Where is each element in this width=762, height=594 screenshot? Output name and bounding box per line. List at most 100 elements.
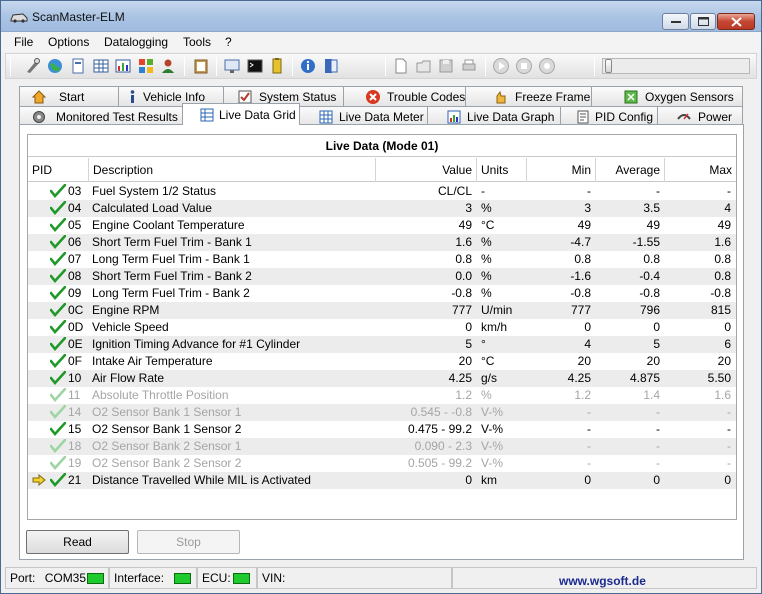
menu-datalogging[interactable]: Datalogging <box>104 35 168 49</box>
tab-live-data-graph[interactable]: Live Data Graph <box>427 106 561 126</box>
cell-description: O2 Sensor Bank 1 Sensor 2 <box>92 422 242 436</box>
globe-icon[interactable] <box>46 57 64 75</box>
pid-enabled-check-icon[interactable] <box>50 422 66 436</box>
terminal-icon[interactable] <box>246 57 264 75</box>
cell-pid: 03 <box>68 184 82 198</box>
table-row[interactable]: 15 O2 Sensor Bank 1 Sensor 2 0.475 - 99.2 V… <box>28 421 736 438</box>
cell-units: - <box>481 184 485 198</box>
port-led <box>87 573 104 584</box>
grid-view-icon[interactable] <box>92 57 110 75</box>
table-row[interactable]: 21 Distance Travelled While MIL is Activa… <box>28 472 736 489</box>
tab-monitored-test-results[interactable]: Monitored Test Results <box>19 106 183 126</box>
column-header-value[interactable]: Value <box>375 158 476 182</box>
pid-enabled-check-icon[interactable] <box>50 218 66 232</box>
tab-live-data-meter[interactable]: Live Data Meter <box>299 106 428 126</box>
slider-thumb[interactable] <box>605 59 612 73</box>
website-link[interactable]: www.wgsoft.de <box>559 571 646 591</box>
column-header-average[interactable]: Average <box>595 158 664 182</box>
stop-button[interactable]: Stop <box>137 530 240 554</box>
pid-enabled-check-icon[interactable] <box>50 354 66 368</box>
table-row[interactable]: 03 Fuel System 1/2 Status CL/CL - - - - <box>28 183 736 200</box>
user-icon[interactable] <box>159 57 177 75</box>
live-data-grid[interactable]: Live Data (Mode 01) PID Description Valu… <box>27 134 737 520</box>
tab-live-data-grid[interactable]: Live Data Grid <box>182 103 300 125</box>
save-icon[interactable] <box>437 57 455 75</box>
battery-icon[interactable] <box>268 57 286 75</box>
pid-enabled-check-icon[interactable] <box>50 320 66 334</box>
print-icon[interactable] <box>460 57 478 75</box>
menu-help[interactable]: ? <box>225 35 232 49</box>
table-row[interactable]: 0D Vehicle Speed 0 km/h 0 0 0 <box>28 319 736 336</box>
table-row[interactable]: 06 Short Term Fuel Trim - Bank 1 1.6% -4.7 -… <box>28 234 736 251</box>
grid-title: Live Data (Mode 01) <box>28 135 736 157</box>
play-icon[interactable] <box>492 57 510 75</box>
pause-icon[interactable] <box>515 57 533 75</box>
book-icon[interactable] <box>322 57 340 75</box>
tab-label: Monitored Test Results <box>56 110 178 124</box>
tab-start[interactable]: Start <box>19 86 119 106</box>
table-row[interactable]: 08 Short Term Fuel Trim - Bank 2 0.0% -1.6 -… <box>28 268 736 285</box>
column-header-units[interactable]: Units <box>476 158 526 182</box>
pid-enabled-check-icon[interactable] <box>50 456 66 470</box>
minimize-button[interactable] <box>662 13 689 30</box>
pid-enabled-check-icon[interactable] <box>50 473 66 487</box>
table-row[interactable]: 18 O2 Sensor Bank 2 Sensor 1 0.090 - 2.3 V-… <box>28 438 736 455</box>
tab-oxygen-sensors[interactable]: Oxygen Sensors <box>591 86 743 106</box>
cell-min: 0 <box>584 473 591 487</box>
close-button[interactable] <box>717 13 755 30</box>
column-header-description[interactable]: Description <box>88 158 375 182</box>
pid-enabled-check-icon[interactable] <box>50 235 66 249</box>
windows-icon[interactable] <box>137 57 155 75</box>
connect-icon[interactable] <box>24 57 42 75</box>
info-icon[interactable] <box>299 57 317 75</box>
column-header-min[interactable]: Min <box>526 158 595 182</box>
read-button[interactable]: Read <box>26 530 129 554</box>
maximize-button[interactable] <box>690 13 716 30</box>
menu-options[interactable]: Options <box>48 35 89 49</box>
table-row[interactable]: 09 Long Term Fuel Trim - Bank 2 -0.8% -0.8 -… <box>28 285 736 302</box>
table-row[interactable]: 10 Air Flow Rate 4.25 g/s 4.25 4.875 5.50 <box>28 370 736 387</box>
playback-slider[interactable] <box>602 58 750 74</box>
tab-pid-config[interactable]: PID Config <box>560 106 658 126</box>
tab-label: System Status <box>259 90 337 104</box>
pid-enabled-check-icon[interactable] <box>50 388 66 402</box>
graph-icon <box>447 110 461 124</box>
open-file-icon[interactable] <box>415 57 433 75</box>
clipboard-icon[interactable] <box>192 57 210 75</box>
table-row[interactable]: 14 O2 Sensor Bank 1 Sensor 1 0.545 - -0.8 V… <box>28 404 736 421</box>
tab-freeze-frames[interactable]: Freeze Frames <box>465 86 596 106</box>
cell-pid: 10 <box>68 371 82 385</box>
monitor-icon[interactable] <box>223 57 241 75</box>
column-header-max[interactable]: Max <box>664 158 736 182</box>
column-header-pid[interactable]: PID <box>28 158 88 182</box>
pid-enabled-check-icon[interactable] <box>50 286 66 300</box>
table-row[interactable]: 05 Engine Coolant Temperature 49 °C 49 49 49 <box>28 217 736 234</box>
chart-view-icon[interactable] <box>114 57 132 75</box>
table-row[interactable]: 07 Long Term Fuel Trim - Bank 1 0.8% 0.8 0.8… <box>28 251 736 268</box>
tab-label: Trouble Codes <box>387 90 466 104</box>
pid-enabled-check-icon[interactable] <box>50 405 66 419</box>
tab-trouble-codes[interactable]: Trouble Codes <box>343 86 466 106</box>
pid-enabled-check-icon[interactable] <box>50 439 66 453</box>
table-row[interactable]: 0F Intake Air Temperature 20 °C 20 20 20 <box>28 353 736 370</box>
pid-enabled-check-icon[interactable] <box>50 371 66 385</box>
document-info-icon[interactable] <box>69 57 87 75</box>
table-row[interactable]: 11 Absolute Throttle Position 1.2% 1.2 1.4 1.… <box>28 387 736 404</box>
pid-enabled-check-icon[interactable] <box>50 303 66 317</box>
pid-enabled-check-icon[interactable] <box>50 337 66 351</box>
menu-tools[interactable]: Tools <box>183 35 211 49</box>
grid-icon <box>200 108 214 122</box>
table-row[interactable]: 0E Ignition Timing Advance for #1 Cylinde… <box>28 336 736 353</box>
cell-units: V-% <box>481 405 504 419</box>
pid-enabled-check-icon[interactable] <box>50 252 66 266</box>
menu-file[interactable]: File <box>14 35 33 49</box>
table-row[interactable]: 04 Calculated Load Value 3% 3 3.5 4 <box>28 200 736 217</box>
tab-power[interactable]: Power <box>657 106 743 126</box>
table-row[interactable]: 0C Engine RPM 777 U/min 777 796 815 <box>28 302 736 319</box>
table-row[interactable]: 19 O2 Sensor Bank 2 Sensor 2 0.505 - 99.2 V… <box>28 455 736 472</box>
pid-enabled-check-icon[interactable] <box>50 269 66 283</box>
stop-icon[interactable] <box>538 57 556 75</box>
pid-enabled-check-icon[interactable] <box>50 184 66 198</box>
pid-enabled-check-icon[interactable] <box>50 201 66 215</box>
new-file-icon[interactable] <box>392 57 410 75</box>
